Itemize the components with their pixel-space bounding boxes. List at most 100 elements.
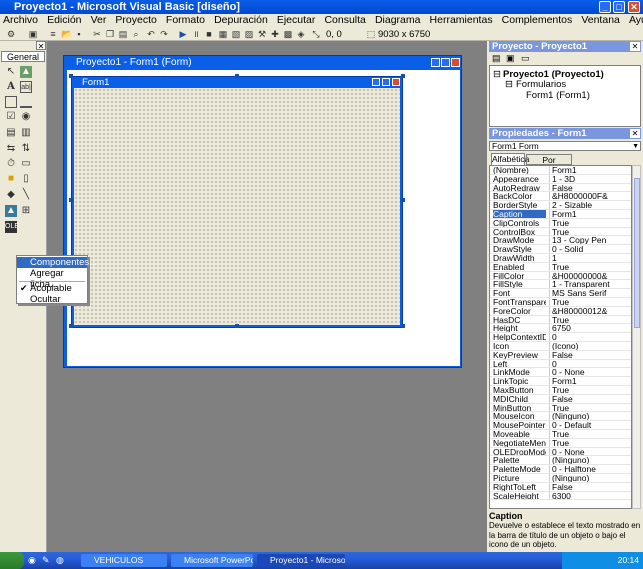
close-button[interactable]: ✕: [628, 1, 640, 13]
project-explorer-icon[interactable]: ▦: [218, 29, 228, 39]
add-project-icon[interactable]: ⚙: [6, 29, 16, 39]
property-row[interactable]: Appearance 1 - 3D: [490, 174, 631, 184]
hscrollbar-tool-icon[interactable]: ⇆: [5, 143, 17, 155]
view-object-icon[interactable]: ▣: [506, 54, 516, 63]
toolbox-icon[interactable]: ✚: [270, 29, 280, 39]
label-tool-icon[interactable]: A: [5, 81, 17, 93]
resize-handle[interactable]: [401, 74, 405, 78]
property-row[interactable]: ScaleHeight 6300: [490, 491, 631, 501]
pointer-tool-icon[interactable]: ↖: [5, 66, 17, 78]
menu-ayuda[interactable]: Ayuda: [629, 14, 643, 26]
property-row[interactable]: Caption Form1: [490, 210, 631, 219]
property-value[interactable]: Form1: [549, 377, 631, 386]
property-value[interactable]: False: [549, 350, 631, 359]
tree-node-formularios[interactable]: Formularios: [516, 79, 566, 90]
find-icon[interactable]: ⌕: [131, 29, 141, 39]
property-value[interactable]: False: [549, 394, 631, 403]
property-row[interactable]: ClipControls True: [490, 218, 631, 228]
image-tool-icon[interactable]: ▲: [5, 205, 17, 217]
property-value[interactable]: True: [549, 386, 631, 394]
menu-edicion[interactable]: Edición: [47, 14, 81, 26]
property-row[interactable]: Moveable True: [490, 430, 631, 439]
property-value[interactable]: True: [549, 403, 631, 412]
property-row[interactable]: LinkMode 0 - None: [490, 368, 631, 378]
vscrollbar-tool-icon[interactable]: ⇅: [20, 143, 32, 155]
property-row[interactable]: FillStyle 1 - Transparent: [490, 280, 631, 290]
listbox-tool-icon[interactable]: ▥: [20, 127, 32, 139]
property-value[interactable]: 6750: [549, 324, 631, 333]
resize-handle[interactable]: [69, 198, 73, 202]
property-row[interactable]: Palette (Ninguno): [490, 456, 631, 466]
optionbutton-tool-icon[interactable]: ◉: [20, 111, 32, 123]
paste-icon[interactable]: ▤: [118, 29, 128, 39]
property-row[interactable]: Icon (Icono): [490, 342, 631, 351]
property-value[interactable]: 0 - None: [549, 447, 631, 456]
add-form-icon[interactable]: ▣: [28, 29, 38, 39]
component-manager-icon[interactable]: ◈: [296, 29, 306, 39]
commandbutton-tool-icon[interactable]: [20, 96, 32, 108]
property-row[interactable]: MaxButton True: [490, 386, 631, 395]
properties-panel-close-icon[interactable]: ✕: [630, 129, 640, 138]
property-value[interactable]: 0 - Solid: [549, 245, 631, 254]
menu-item-acoplable[interactable]: Acoplable: [17, 283, 87, 294]
menu-archivo[interactable]: Archivo: [3, 14, 38, 26]
resize-handle[interactable]: [69, 324, 73, 328]
resize-handle[interactable]: [235, 74, 239, 78]
form1-window[interactable]: Form1: [71, 76, 403, 328]
start-icon[interactable]: ▶: [178, 29, 188, 39]
menu-item-agregar-ficha[interactable]: Agregar ficha...: [17, 268, 87, 290]
property-row[interactable]: DrawStyle 0 - Solid: [490, 245, 631, 254]
property-row[interactable]: DrawWidth 1: [490, 254, 631, 263]
toggle-folders-icon[interactable]: ▭: [521, 54, 531, 63]
property-row[interactable]: ForeColor &H80000012&: [490, 306, 631, 316]
picturebox-tool-icon[interactable]: ▲: [20, 66, 32, 78]
properties-window-icon[interactable]: ▧: [231, 29, 241, 39]
menu-herramientas[interactable]: Herramientas: [430, 14, 493, 26]
menu-depuracion[interactable]: Depuración: [214, 14, 268, 26]
form-designer-window[interactable]: Proyecto1 - Form1 (Form) Form1: [63, 55, 462, 368]
project-panel-close-icon[interactable]: ✕: [630, 42, 640, 51]
property-value[interactable]: Form1: [549, 210, 631, 218]
menu-diagrama[interactable]: Diagrama: [375, 14, 421, 26]
form-minimize-icon[interactable]: [372, 78, 380, 86]
quicklaunch-icon[interactable]: ✎: [42, 555, 50, 566]
property-row[interactable]: Font MS Sans Serif: [490, 289, 631, 298]
menu-ver[interactable]: Ver: [91, 14, 107, 26]
view-code-icon[interactable]: ▤: [492, 54, 502, 63]
object-browser-icon[interactable]: ⚒: [257, 29, 267, 39]
property-row[interactable]: BorderStyle 2 - Sizable: [490, 201, 631, 210]
form-grid[interactable]: [74, 88, 400, 325]
property-value[interactable]: True: [549, 227, 631, 236]
property-value[interactable]: 2 - Sizable: [549, 201, 631, 210]
menu-proyecto[interactable]: Proyecto: [115, 14, 156, 26]
data-view-icon[interactable]: ▩: [283, 29, 293, 39]
property-value[interactable]: 6300: [549, 491, 631, 500]
stop-icon[interactable]: ■: [204, 29, 214, 39]
designer-minimize-icon[interactable]: [431, 58, 440, 67]
property-row[interactable]: KeyPreview False: [490, 350, 631, 360]
property-row[interactable]: (Nombre) Form1: [490, 166, 631, 175]
textbox-tool-icon[interactable]: ab|: [20, 81, 32, 93]
property-row[interactable]: AutoRedraw False: [490, 183, 631, 193]
object-selector[interactable]: Form1 Form ▼: [489, 141, 641, 151]
property-row[interactable]: OLEDropMode 0 - None: [490, 447, 631, 457]
property-value[interactable]: 0 - None: [549, 368, 631, 377]
form-maximize-icon[interactable]: [382, 78, 390, 86]
property-row[interactable]: FillColor &H00000000&: [490, 271, 631, 281]
property-row[interactable]: Picture (Ninguno): [490, 474, 631, 483]
property-value[interactable]: True: [549, 298, 631, 306]
taskbar-item-vb[interactable]: Proyecto1 - Microsoft...: [257, 554, 345, 567]
redo-icon[interactable]: ↷: [159, 29, 169, 39]
property-value[interactable]: 0: [549, 333, 631, 342]
dirlistbox-tool-icon[interactable]: ■: [5, 173, 17, 185]
menu-editor-icon[interactable]: ≡: [48, 29, 58, 39]
property-row[interactable]: MinButton True: [490, 403, 631, 413]
save-icon[interactable]: ▪: [74, 29, 84, 39]
line-tool-icon[interactable]: ╲: [20, 189, 32, 201]
shape-tool-icon[interactable]: ◆: [5, 189, 17, 201]
taskbar-item-powerpoint[interactable]: Microsoft PowerPoint ...: [171, 554, 253, 567]
menu-formato[interactable]: Formato: [166, 14, 205, 26]
designer-maximize-icon[interactable]: [441, 58, 450, 67]
quicklaunch-icon[interactable]: ◉: [28, 555, 36, 566]
combobox-tool-icon[interactable]: ▤: [5, 127, 17, 139]
